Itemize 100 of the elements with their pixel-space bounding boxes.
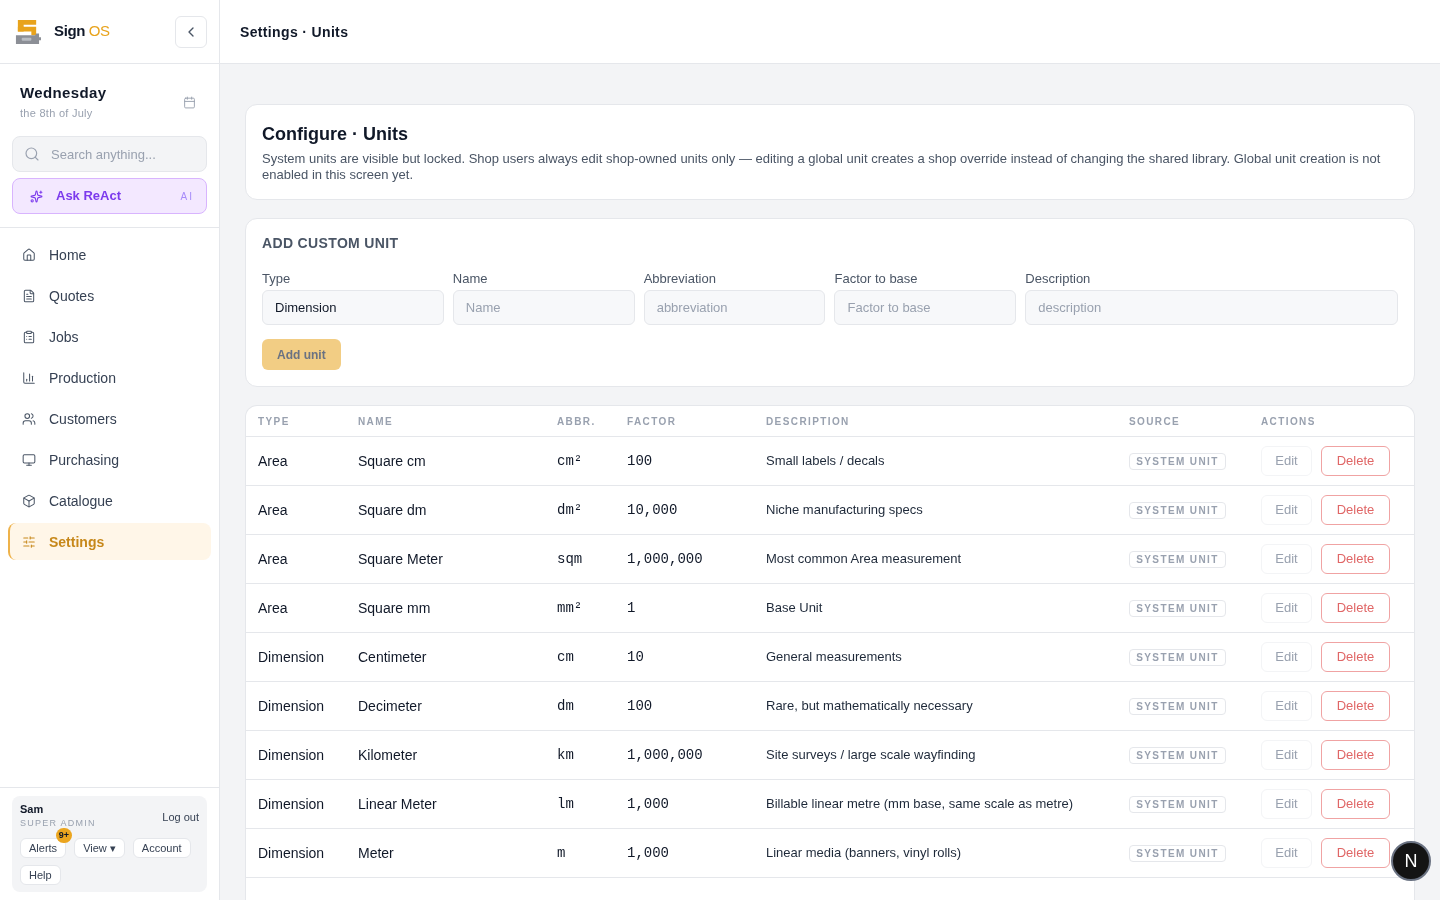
delete-button[interactable]: Delete [1321, 838, 1390, 868]
delete-button[interactable]: Delete [1321, 593, 1390, 623]
source-tag: SYSTEM UNIT [1129, 452, 1226, 470]
delete-button[interactable]: Delete [1321, 495, 1390, 525]
table-cell-text: Dimension [258, 844, 325, 863]
table-cell-text: 1,000,000 [627, 746, 703, 765]
column-header: SOURCE [1129, 414, 1181, 429]
source-tag: SYSTEM UNIT [1129, 844, 1226, 862]
table-cell-text: 100 [627, 452, 653, 471]
delete-button[interactable]: Delete [1321, 691, 1390, 721]
table-cell-text: Linear media (banners, vinyl rolls) [766, 844, 962, 863]
table-cell-text: Linear Meter [358, 795, 437, 814]
table-cell-text: Meter [358, 844, 394, 863]
source-tag: SYSTEM UNIT [1129, 697, 1226, 715]
field-label: Description [1025, 271, 1091, 287]
user-menu-button[interactable]: Alerts [20, 838, 67, 858]
column-header: ABBR. [557, 414, 596, 429]
table-cell-text: Billable linear metre (mm base, same scale as metre) [766, 795, 1074, 814]
home-icon [22, 247, 36, 262]
collapse-button[interactable] [175, 15, 207, 48]
document-icon [22, 288, 36, 303]
table-cell-text: 1 [627, 599, 636, 618]
logout-link[interactable]: Log out [162, 809, 199, 826]
table-cell-text: m [557, 844, 566, 863]
table-cell-text: Square cm [358, 452, 426, 471]
delete-button[interactable]: Delete [1321, 544, 1390, 574]
sidebar-item[interactable]: Purchasing [8, 441, 211, 478]
dev-tools-button[interactable]: N [1391, 841, 1431, 881]
table-cell-text: dm [557, 697, 574, 716]
table-cell-text: cm [557, 648, 574, 667]
table-cell-text: Square dm [358, 501, 427, 520]
table-cell-text: Site surveys / large scale wayfinding [766, 746, 976, 765]
delete-button[interactable]: Delete [1321, 740, 1390, 770]
table-cell-text: km [557, 746, 574, 765]
clipboard-icon [22, 329, 36, 344]
input-field[interactable]: Name [452, 290, 635, 325]
input-field[interactable]: Dimension [262, 290, 444, 325]
table-cell-text: mm² [557, 599, 583, 618]
sidebar-item[interactable]: Settings [8, 523, 211, 560]
table-cell-text: Dimension [258, 746, 325, 765]
sparkle-icon [30, 189, 43, 203]
table-cell-text: Decimeter [358, 697, 422, 716]
field-label: Factor to base [834, 271, 918, 287]
table-cell-text: Area [258, 599, 288, 618]
search-icon [24, 146, 40, 162]
table-cell-text: Area [258, 501, 288, 520]
table-cell-text: 100 [627, 697, 653, 716]
user-menu-button[interactable]: Account [132, 838, 191, 858]
sidebar-item[interactable]: Quotes [8, 277, 211, 314]
table-cell-text: Base Unit [766, 599, 823, 618]
search-field[interactable]: Search anything... [12, 136, 207, 172]
column-header: FACTOR [627, 414, 677, 429]
input-field[interactable]: abbreviation [643, 290, 826, 325]
table-cell-text: 10 [627, 648, 644, 667]
sidebar-item[interactable]: Catalogue [8, 482, 211, 519]
user-menu-button[interactable]: View ▾ [74, 838, 125, 858]
delete-button[interactable]: Delete [1321, 789, 1390, 819]
table-cell-text: 1,000,000 [627, 550, 703, 569]
section-title: Configure · Units [262, 123, 409, 146]
column-header: ACTIONS [1261, 414, 1316, 429]
column-header: NAME [358, 414, 394, 429]
source-tag: SYSTEM UNIT [1129, 599, 1226, 617]
table-cell-text: Rare, but mathematically necessary [766, 697, 973, 716]
field-label: Type [262, 271, 291, 287]
table-cell-text: Small labels / decals [766, 452, 885, 471]
delete-button[interactable]: Delete [1321, 642, 1390, 672]
date-label: the 8th of July [20, 106, 94, 121]
table-cell-text: Dimension [258, 795, 325, 814]
table-cell-text: Square mm [358, 599, 431, 618]
source-tag: SYSTEM UNIT [1129, 795, 1226, 813]
ask-assistant-button[interactable]: Ask ReAct AI [12, 178, 207, 214]
delete-button[interactable]: Delete [1321, 446, 1390, 476]
sidebar-item[interactable]: Jobs [8, 318, 211, 355]
column-header: DESCRIPTION [766, 414, 850, 429]
input-field[interactable]: Factor to base [834, 290, 1017, 325]
table-cell-text: dm² [557, 501, 583, 520]
table-cell-text: 1,000 [627, 844, 669, 863]
calendar-icon[interactable] [183, 96, 196, 109]
field-label: Abbreviation [643, 271, 716, 287]
user-menu-button[interactable]: Help [20, 865, 61, 885]
bar-chart-icon [22, 370, 36, 385]
user-name: Sam [20, 802, 45, 817]
sidebar-item[interactable]: Home [8, 236, 211, 273]
source-tag: SYSTEM UNIT [1129, 501, 1226, 519]
field-label: Name [452, 271, 488, 287]
intro-description: System units are visible but locked. Shop users always edit shop-owned units only — editing a global unit creates a shop override instead of changing the shared library. Global unit creation is not enabled in this screen yet. [262, 151, 1382, 183]
column-header: TYPE [258, 414, 290, 429]
alert-count: 9+ [55, 828, 73, 843]
input-field[interactable]: description [1025, 290, 1398, 325]
sidebar-item[interactable]: Customers [8, 400, 211, 437]
source-tag: SYSTEM UNIT [1129, 648, 1226, 666]
source-tag: SYSTEM UNIT [1129, 746, 1226, 764]
table-cell-text: Area [258, 452, 288, 471]
sidebar-item[interactable]: Production [8, 359, 211, 396]
table-cell-text: Dimension [258, 697, 325, 716]
form-title: ADD CUSTOM UNIT [262, 234, 400, 252]
table-cell-text: Kilometer [358, 746, 418, 765]
table-cell-text: 1,000 [627, 795, 669, 814]
table-cell-text: Dimension [258, 648, 325, 667]
table-cell-text: Centimeter [358, 648, 427, 667]
